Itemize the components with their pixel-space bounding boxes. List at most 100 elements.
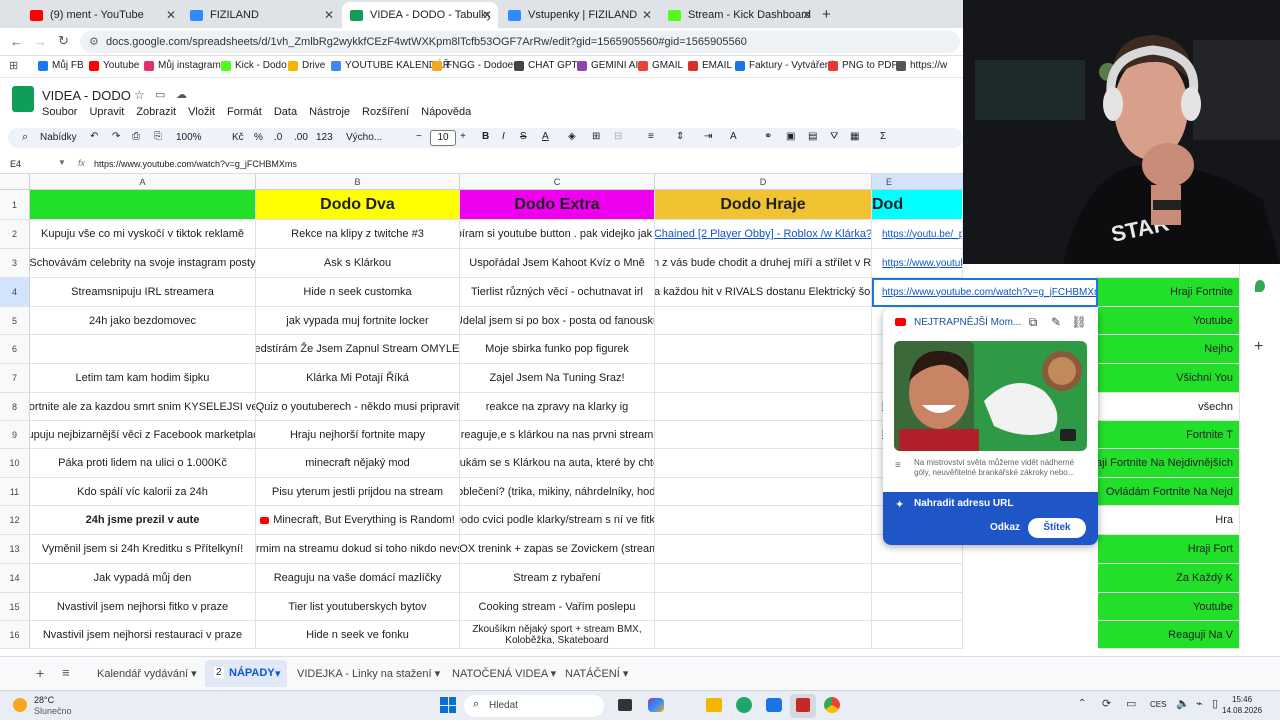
cell-e16[interactable] [872, 621, 963, 649]
cell-right-column[interactable]: všechn [1098, 393, 1240, 421]
bookmark-item[interactable]: Můj instagram [144, 60, 221, 71]
column-header-c[interactable]: C [460, 174, 655, 190]
cell-b12[interactable]: Minecraft, But Everything is Random! [256, 506, 460, 535]
bookmark-item[interactable]: PNG to PDF [828, 60, 898, 71]
cell-c13[interactable]: BOX trenink + zapas se Zovickem (stream) [460, 535, 655, 564]
dismiss-button[interactable]: Odkaz [990, 522, 1020, 533]
merge-cells-icon[interactable]: ⊟ [614, 131, 622, 142]
align-vertical-icon[interactable]: ⇕ [676, 131, 684, 142]
row-header[interactable]: 1 [0, 190, 30, 220]
cell-a6[interactable] [30, 335, 256, 364]
currency-button[interactable]: Kč [232, 132, 244, 143]
cell-c2[interactable]: vybíram si youtube button . pak videjko … [460, 220, 655, 249]
row-header[interactable]: 11 [0, 478, 30, 506]
cell-right-column[interactable]: Fortnite T [1098, 421, 1240, 449]
cell-c10[interactable]: Koukám se s Klárkou na auta, které by ch… [460, 449, 655, 478]
row-header[interactable]: 16 [0, 621, 30, 649]
row-header[interactable]: 10 [0, 449, 30, 478]
cell-d15[interactable] [655, 593, 872, 621]
file-explorer-icon[interactable] [706, 698, 722, 712]
row-header[interactable]: 2 [0, 220, 30, 249]
font-size-input[interactable]: 10 [430, 130, 456, 146]
column-header-b[interactable]: B [256, 174, 460, 190]
cell-right-column[interactable]: Hra [1098, 506, 1240, 535]
battery-icon[interactable]: ▯ [1212, 697, 1218, 710]
weather-temp[interactable]: 28°C [34, 695, 54, 705]
chrome-icon[interactable] [824, 697, 840, 713]
insert-link-icon[interactable]: ⚭ [764, 131, 772, 142]
cell-c11[interactable]: m za oblečení? (trika, mikiny, náhrdelní… [460, 478, 655, 506]
bookmark-item[interactable]: FNGG - Dodoeu [432, 60, 519, 71]
cell-a15[interactable]: Nvastivil jsem nejhorsi fitko v praze [30, 593, 256, 621]
cell-a1[interactable] [30, 190, 256, 220]
cell-c12[interactable]: Dodo cvici podle klarky/stream s ní ve f… [460, 506, 655, 535]
close-icon[interactable]: ✕ [324, 8, 334, 22]
cell-right-column[interactable]: Ovládám Fortnite Na Nejd [1098, 478, 1240, 506]
apps-grid-icon[interactable]: ⊞ [9, 59, 18, 72]
row-header[interactable]: 6 [0, 335, 30, 364]
cell-c5[interactable]: Udelal jsem si po box - posta od fanousk… [460, 307, 655, 335]
reload-icon[interactable]: ↻ [58, 33, 69, 49]
cell-a7[interactable]: Letim tam kam hodim šipku [30, 364, 256, 393]
cell-d12[interactable] [655, 506, 872, 535]
menu-tools[interactable]: Nástroje [309, 106, 350, 118]
decrease-decimal-button[interactable]: .0 [274, 132, 282, 143]
cell-b10[interactable]: minecraft nějaký mod [256, 449, 460, 478]
cell-a12[interactable]: 24h jsme prezil v aute [30, 506, 256, 535]
cell-a8[interactable]: Fortnite ale za kazdou smrt snim KYSELEJ… [30, 393, 256, 421]
new-tab-button[interactable]: + [822, 6, 831, 23]
close-icon[interactable]: ✕ [642, 8, 652, 22]
increase-decimal-button[interactable]: .00 [294, 132, 308, 143]
copilot-icon[interactable] [648, 698, 664, 712]
cell-right-column[interactable]: Nejho [1098, 335, 1240, 364]
undo-icon[interactable]: ↶ [90, 131, 98, 142]
cell-b4[interactable]: Hide n seek customka [256, 278, 460, 307]
cell-c14[interactable]: Stream z rybaření [460, 564, 655, 593]
sheet-tab-nataceni[interactable]: NATÁČENÍ ▾ [565, 667, 628, 680]
cell-b1[interactable]: Dodo Dva [256, 190, 460, 220]
percent-button[interactable]: % [254, 132, 263, 143]
move-folder-icon[interactable]: ▭ [155, 88, 165, 101]
browser-tab-kick[interactable]: Stream - Kick Dashboard ✕ [660, 2, 818, 28]
filter-icon[interactable]: ⛛ [830, 131, 838, 142]
close-icon[interactable]: ✕ [482, 8, 492, 22]
back-icon[interactable]: ← [10, 34, 23, 49]
cell-c16[interactable]: Zkoušíkm nějaký sport + stream BMX, Kolo… [460, 621, 655, 649]
browser-tab-sheets[interactable]: VIDEA - DODO - Tabulky Goog ✕ [342, 2, 498, 28]
menu-edit[interactable]: Upravit [89, 106, 124, 118]
cell-d11[interactable] [655, 478, 872, 506]
row-header[interactable]: 5 [0, 307, 30, 335]
cell-b6[interactable]: Předstírám Že Jsem Zapnul Stream OMYLEM! [256, 335, 460, 364]
clock-date[interactable]: 14.08.2026 [1222, 706, 1262, 715]
formula-input[interactable]: https://www.youtube.com/watch?v=g_jFCHBM… [94, 159, 297, 169]
menu-help[interactable]: Nápověda [421, 106, 471, 118]
cell-right-column[interactable]: Hraji Fortnite [1098, 278, 1240, 307]
cell-a5[interactable]: 24h jako bezdomovec [30, 307, 256, 335]
copy-icon[interactable]: ⧉ [1025, 314, 1041, 330]
select-all-corner[interactable] [0, 174, 30, 190]
edit-icon[interactable]: ✎ [1048, 314, 1064, 330]
weather-label[interactable]: Slunečno [34, 706, 72, 716]
filter-views-icon[interactable]: ▦ [850, 131, 859, 142]
cell-b15[interactable]: Tier list youtuberskych bytov [256, 593, 460, 621]
cell-d10[interactable] [655, 449, 872, 478]
cell-right-column[interactable]: Reaguji Na V [1098, 621, 1240, 649]
row-header[interactable]: 9 [0, 421, 30, 449]
plus-icon[interactable]: + [460, 131, 466, 142]
cell-a16[interactable]: Nvastivil jsem nejhorsi restauraci v pra… [30, 621, 256, 649]
chevron-up-icon[interactable]: ⌃ [1078, 698, 1086, 709]
cell-c3[interactable]: Uspořádal Jsem Kahoot Kvíz o Mně [460, 249, 655, 278]
align-horizontal-icon[interactable]: ≡ [648, 131, 654, 142]
volume-icon[interactable]: 🔈 [1176, 697, 1190, 710]
cell-right-column[interactable]: Za Každý K [1098, 564, 1240, 593]
functions-icon[interactable]: Σ [880, 131, 886, 142]
zoom-select[interactable]: 100% [176, 132, 202, 143]
star-icon[interactable]: ☆ [134, 88, 145, 102]
menu-data[interactable]: Data [274, 106, 297, 118]
maps-icon[interactable] [1255, 280, 1265, 292]
search-icon[interactable]: ⌕ [22, 131, 28, 144]
cell-e3[interactable]: https://www.youtube.com/watch?v=... [872, 249, 963, 278]
sync-icon[interactable]: ⟳ [1102, 697, 1111, 710]
cell-d2[interactable]: Chained [2 Player Obby] - Roblox /w Klár… [655, 220, 872, 249]
cell-b11[interactable]: Pisu yterum jestli prijdou na stream [256, 478, 460, 506]
